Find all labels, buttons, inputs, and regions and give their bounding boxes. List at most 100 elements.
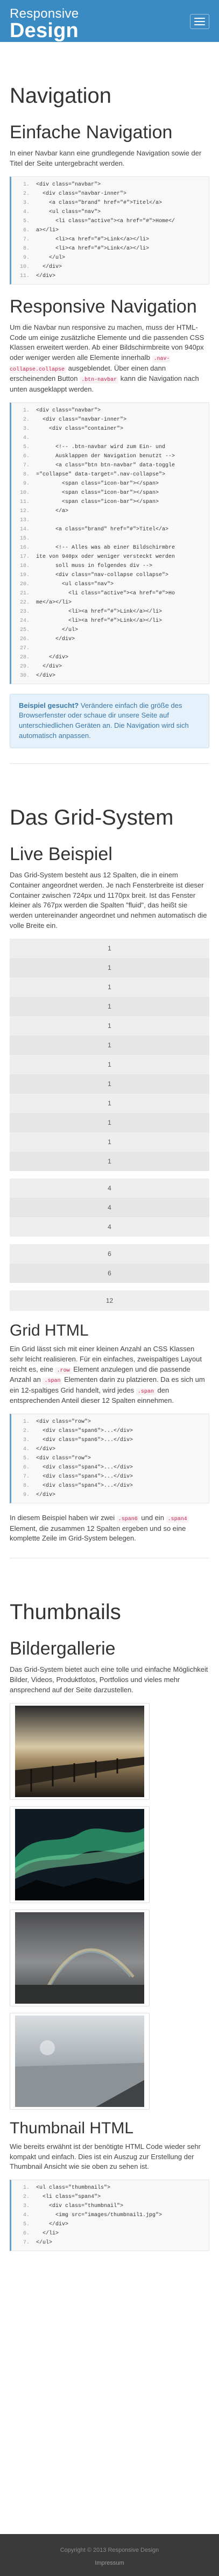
code-line: 14. <a class="brand" href="#">Titel</a> <box>11 525 209 534</box>
line-number: 4. <box>23 435 30 441</box>
code-line: 5. <div class="row"> <box>11 1454 209 1463</box>
code-line: 8. ="collapse" data-target=".nav-collapse… <box>11 470 209 479</box>
code-text: </ul> <box>36 627 79 633</box>
code-line: 4. <img src="images/thumbnail1.jpg"> <box>11 2211 209 2220</box>
code-line: 8. <div class="span4">...</div> <box>11 1481 209 1491</box>
code-line: 10. <span class="icon-bar"></span> <box>11 488 209 498</box>
code-line: 3. <a class="brand" href="#">Titel</a> <box>11 198 209 208</box>
code-text: </div> <box>36 663 62 670</box>
top-navbar: Responsive Design <box>0 0 219 42</box>
inline-code: .span <box>43 1378 62 1385</box>
line-number: 25. <box>19 627 30 633</box>
code-text: <a class="brand" href="#">Titel</a> <box>36 526 169 533</box>
code-text: <div class="navbar-inner"> <box>36 190 127 197</box>
code-text: <span class="icon-bar"></span> <box>36 489 159 496</box>
code-text: <li><a href="#">Link</a></li> <box>36 236 150 243</box>
grid-cell: 4 <box>10 1179 209 1198</box>
line-number: 9. <box>23 480 30 487</box>
line-number: 24. <box>19 618 30 624</box>
code-block-thumbnails: 1. <ul class="thumbnails"> 2. <li class="s… <box>10 2180 209 2252</box>
line-number: 8. <box>23 1483 30 1489</box>
line-number: 27. <box>19 645 30 651</box>
code-text: </a> <box>36 508 69 514</box>
line-number: 3. <box>23 200 30 206</box>
code-line: 9. </div> <box>11 1491 209 1500</box>
pier-image[interactable] <box>10 1702 150 1800</box>
code-line: 28. </div> <box>11 653 209 662</box>
code-line: 21. <li class="active"><a href="#">Ho <box>11 589 209 598</box>
code-line: 29. </div> <box>11 662 209 671</box>
code-line: 4. </div> <box>11 1445 209 1454</box>
line-number: 5. <box>23 444 30 450</box>
code-text: </div> <box>36 654 69 661</box>
brand-line1: Responsive <box>10 6 79 21</box>
section-title-navigation: Navigation <box>10 84 112 108</box>
line-number: 5. <box>23 2222 30 2228</box>
grid-cell: 1 <box>10 1094 209 1113</box>
code-line: 7. </ul> <box>11 2238 209 2247</box>
grid-cell: 6 <box>10 1244 209 1264</box>
rainbow-image[interactable] <box>10 1909 150 2006</box>
line-number: 17. <box>19 553 30 560</box>
code-text: <li><a href="#">Link</a></li> <box>36 618 163 624</box>
grid-html-title: Grid HTML <box>10 1322 89 1339</box>
code-line: 16. <!-- Alles was ab einer Bildschirmbr… <box>11 543 209 552</box>
code-text: <div class="container"> <box>36 425 124 432</box>
code-text: </div> <box>36 264 62 270</box>
info-alert: Beispiel gesucht? Verändere einfach die … <box>10 693 209 748</box>
code-text: </ul> <box>36 2240 53 2246</box>
code-line: 5. <li class="active"><a href="#">Home</ <box>11 217 209 226</box>
code-text: Ausklappen der Navigation benutzt --> <box>36 453 175 459</box>
inline-code: .span <box>136 1388 156 1395</box>
text-part: Element, die zusammen 12 Spalten ergeben… <box>10 1524 186 1543</box>
section-title-thumbnails: Thumbnails <box>10 1600 121 1624</box>
grid-cell: 1 <box>10 997 209 1016</box>
code-line: 27. <box>11 644 209 653</box>
code-text: </ul> <box>36 254 66 261</box>
code-line: 1. <div class="navbar"> <box>11 180 209 189</box>
code-line: 7. <li><a href="#">Link</a></li> <box>11 235 209 244</box>
code-line: 20. <ul class="nav"> <box>11 580 209 589</box>
code-text: </div> <box>36 1446 56 1453</box>
code-text: soll muss in folgendes div --> <box>36 563 153 569</box>
grid-cell: 1 <box>10 1113 209 1132</box>
grid-html-text: Ein Grid lässt sich mit einer kleinen An… <box>10 1344 209 1406</box>
code-line: 13. <box>11 516 209 525</box>
line-number: 7. <box>23 1474 30 1480</box>
code-text: <div class="span4">...</div> <box>36 1483 133 1489</box>
grid-cell: 1 <box>10 1055 209 1074</box>
hamburger-icon[interactable] <box>190 14 209 29</box>
code-text: </div> <box>36 2222 69 2228</box>
grid-cell: 1 <box>10 977 209 997</box>
line-number: 19. <box>19 572 30 578</box>
code-text: <span class="icon-bar"></span> <box>36 499 159 505</box>
line-number: 12. <box>19 508 30 514</box>
code-text: <div class="navbar"> <box>36 407 101 414</box>
aurora-image[interactable] <box>10 1806 150 1903</box>
line-number: 2. <box>23 190 30 197</box>
impressum-link[interactable]: Impressum <box>0 2560 219 2566</box>
code-line: 1. <div class="navbar"> <box>11 406 209 415</box>
live-example-title: Live Beispiel <box>10 843 112 864</box>
line-number: 14. <box>19 526 30 533</box>
line-number: 26. <box>19 636 30 642</box>
brand-logo[interactable]: Responsive Design <box>10 8 79 41</box>
line-number: 2. <box>23 1428 30 1435</box>
code-line: 25. </ul> <box>11 626 209 635</box>
inline-code: .row <box>55 1367 72 1374</box>
code-text: </div> <box>36 1492 56 1499</box>
line-number: 3. <box>23 425 30 432</box>
code-text: <li><a href="#">Link</a></li> <box>36 608 163 615</box>
grid-row-span1: 111111111111 <box>10 939 209 1171</box>
grid-cell: 1 <box>10 1016 209 1035</box>
grid-row-span12: 12 <box>10 1290 209 1311</box>
code-line: 12. </a> <box>11 507 209 516</box>
line-number: 10. <box>19 264 30 270</box>
line-number: 5. <box>23 1456 30 1462</box>
code-line: 22. me</a></li> <box>11 598 209 607</box>
line-number: 6. <box>23 1465 30 1471</box>
code-line: 11. <span class="icon-bar"></span> <box>11 498 209 507</box>
code-line: 5. <!-- .btn-navbar wird zum Ein- und <box>11 443 209 452</box>
shoreline-image[interactable] <box>10 2012 150 2110</box>
line-number: 1. <box>23 1419 30 1425</box>
